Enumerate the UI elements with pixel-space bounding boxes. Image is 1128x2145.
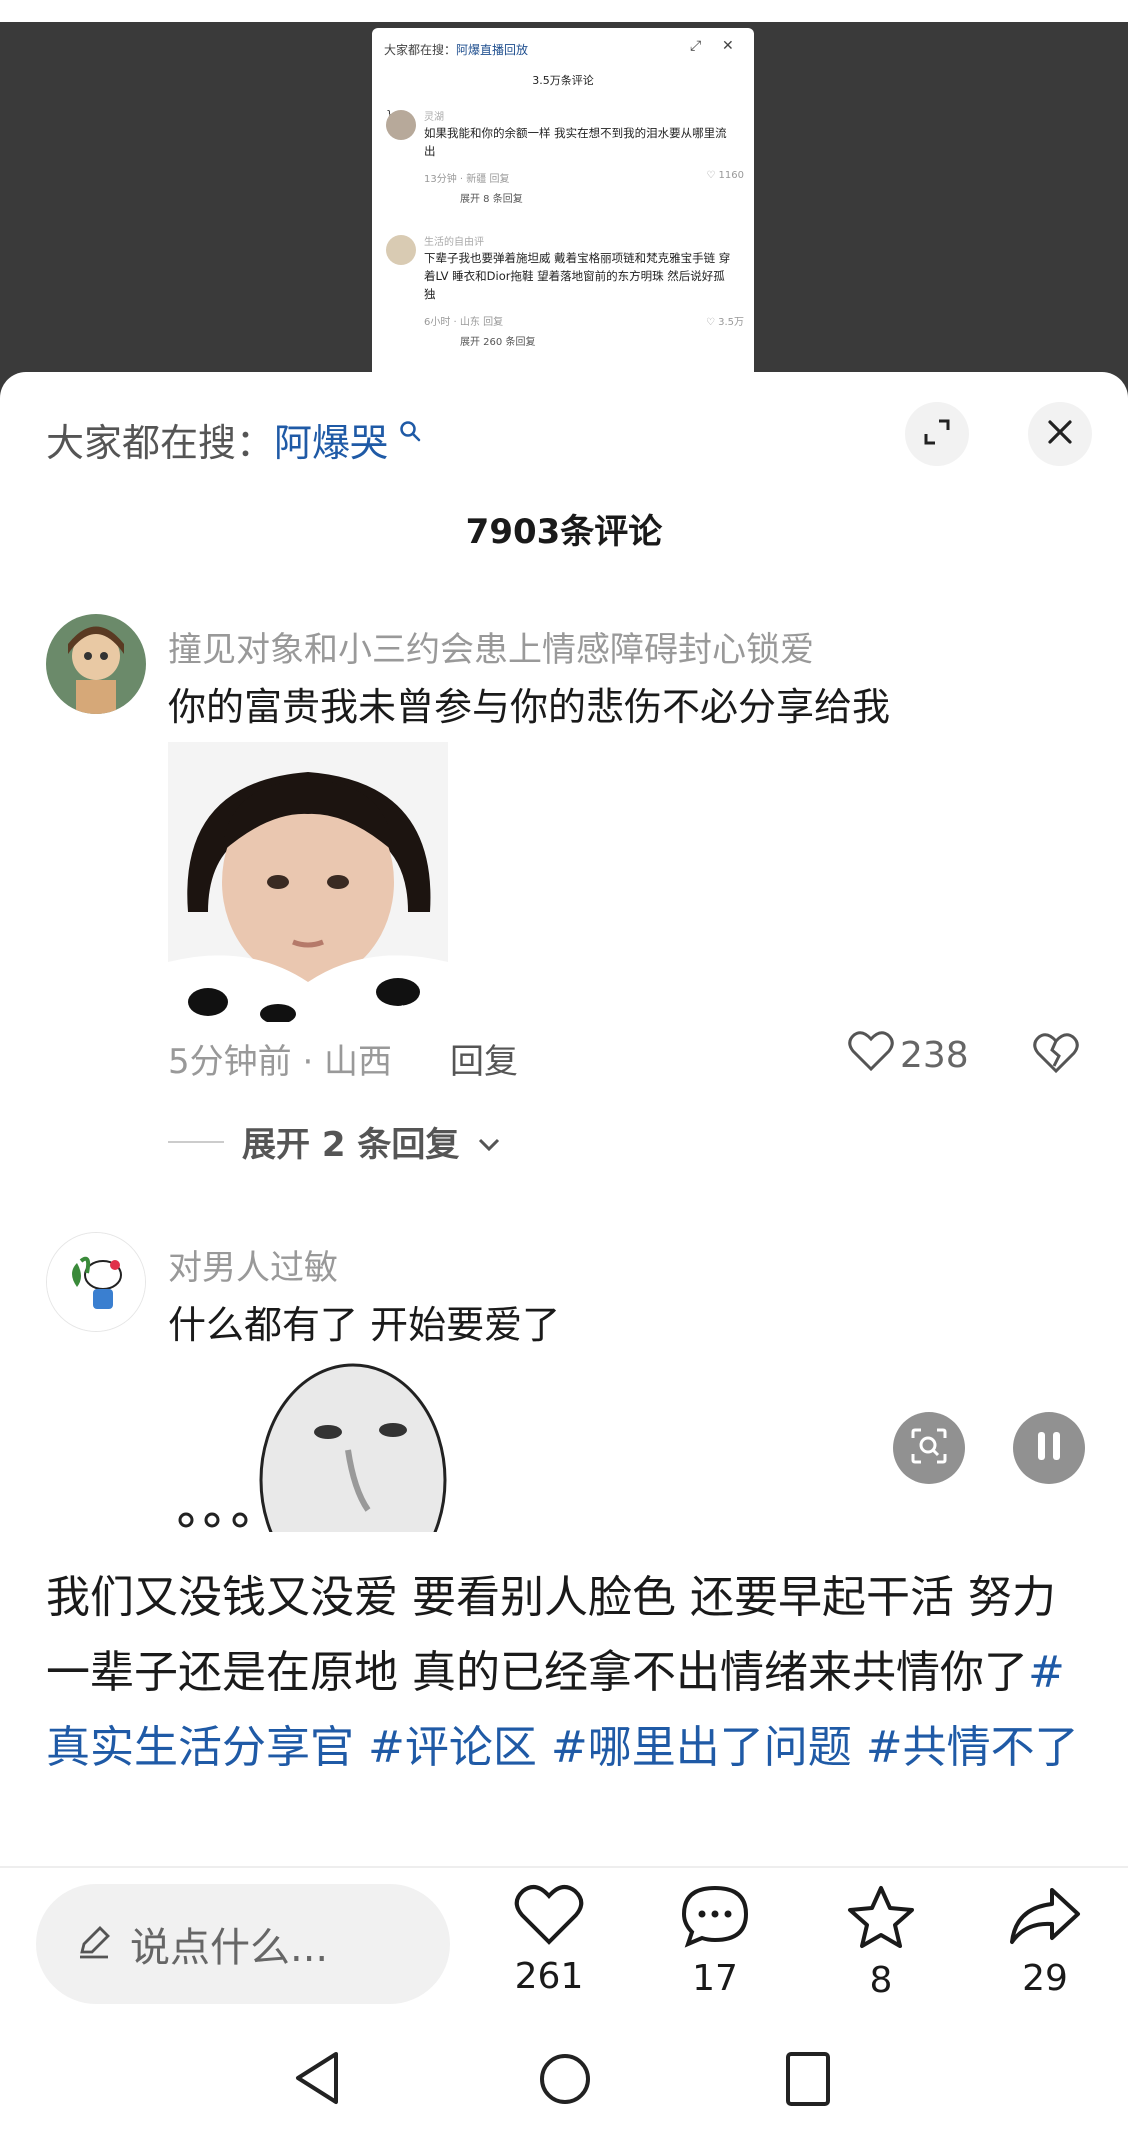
like-post-count: 261 xyxy=(514,1956,584,1997)
post-caption: 我们又没钱又没爱 要看别人脸色 还要早起干活 努力一辈子还是在原地 真的已经拿不… xyxy=(46,1560,1096,1785)
hashtag[interactable]: #哪里出了问题 xyxy=(551,1722,852,1773)
pencil-icon xyxy=(76,1924,112,1964)
mini-likes-count: 1160 xyxy=(718,170,744,181)
like-button[interactable]: 238 xyxy=(848,1030,969,1081)
back-icon[interactable] xyxy=(292,2050,342,2110)
top-strip xyxy=(0,0,1128,22)
close-button[interactable] xyxy=(1028,402,1092,466)
search-icon xyxy=(392,421,421,448)
mini-username: 生活的自由评 xyxy=(424,237,484,248)
share-button[interactable]: 29 xyxy=(990,1884,1100,1999)
star-icon xyxy=(846,1886,916,1954)
mini-likes: ♡ 3.5万 xyxy=(705,317,744,328)
comment-input-placeholder: 说点什么... xyxy=(130,1925,329,1971)
caption-text: 我们又没钱又没爱 要看别人脸色 还要早起干活 努力一辈子还是在原地 真的已经拿不… xyxy=(46,1572,1056,1698)
heart-icon xyxy=(848,1030,894,1081)
comment-username[interactable]: 对男人过敏 xyxy=(168,1240,338,1289)
share-icon xyxy=(1008,1888,1082,1952)
mini-comment-1: 灵湖 如果我能和你的余额一样 我实在想不到我的泪水要从哪里流出 13分钟 · 新… xyxy=(386,108,746,238)
avatar[interactable] xyxy=(46,614,146,714)
comment-post-button[interactable]: 17 xyxy=(660,1884,770,1999)
search-suggestion[interactable]: 大家都在搜：阿爆哭 xyxy=(46,412,421,467)
expand-line xyxy=(168,1140,224,1143)
comment-post-count: 17 xyxy=(692,1958,738,1999)
pause-button[interactable] xyxy=(1013,1412,1085,1484)
mini-expand-icon: ⤢ xyxy=(690,38,702,54)
favorite-button[interactable]: 8 xyxy=(826,1884,936,2001)
mini-meta-text: 6小时 · 山东 回复 xyxy=(424,317,504,328)
hashtag[interactable]: #评论区 xyxy=(368,1722,537,1773)
mini-likes-count: 3.5万 xyxy=(718,317,744,328)
comment-image[interactable]: 抖音AI生成 xyxy=(168,742,448,1022)
image-watermark: 抖音AI生成 xyxy=(400,1004,448,1017)
comment-text: 你的富贵我未曾参与你的悲伤不必分享给我 xyxy=(168,685,891,729)
search-keyword[interactable]: 阿爆哭 xyxy=(274,421,388,465)
expand-replies-label: 展开 2 条回复 xyxy=(242,1125,460,1165)
fullscreen-button[interactable] xyxy=(905,402,969,466)
reply-button[interactable]: 回复 xyxy=(450,1034,518,1083)
favorite-count: 8 xyxy=(869,1960,893,2001)
recents-icon[interactable] xyxy=(784,2050,832,2112)
comment-item: 对男人过敏 什么都有了 开始要爱了 xyxy=(0,1232,1128,1532)
embedded-comment-screenshot: 大家都在搜：阿爆直播回放 ⤢ ✕ 3.5万条评论 灵湖 如果我能和你的余额一样 … xyxy=(372,28,754,378)
mini-comment-text: 下辈子我也要弹着施坦威 戴着宝格丽项链和梵克雅宝手链 穿着LV 睡衣和Dior拖… xyxy=(424,251,731,301)
comment-username[interactable]: 撞见对象和小三约会患上情感障碍封心锁爱 xyxy=(168,622,814,671)
mini-meta: 13分钟 · 新疆 回复 ♡ 1160 xyxy=(424,170,744,185)
mini-close-icon: ✕ xyxy=(722,38,734,54)
hashtag[interactable]: #共情不了 xyxy=(866,1722,1079,1773)
chevron-down-icon xyxy=(477,1122,501,1162)
pause-icon xyxy=(1034,1430,1064,1466)
share-count: 29 xyxy=(1022,1958,1068,1999)
comment-input[interactable]: 说点什么... xyxy=(36,1884,450,2004)
comment-image[interactable] xyxy=(168,1360,448,1532)
comment-item: 撞见对象和小三约会患上情感障碍封心锁爱 你的富贵我未曾参与你的悲伤不必分享给我 … xyxy=(0,614,1128,1082)
dislike-button[interactable] xyxy=(1033,1032,1079,1078)
mini-comment-2: 生活的自由评 下辈子我也要弹着施坦威 戴着宝格丽项链和梵克雅宝手链 穿着LV 睡… xyxy=(386,233,746,378)
mini-expand-replies: 展开 260 条回复 xyxy=(460,337,536,348)
heart-broken-icon xyxy=(1033,1033,1079,1078)
lens-icon xyxy=(909,1426,949,1470)
mini-avatar xyxy=(386,110,416,140)
search-prefix: 大家都在搜： xyxy=(46,421,275,465)
comment-count: 7903条评论 xyxy=(465,512,663,552)
mini-avatar xyxy=(386,235,416,265)
comment-icon xyxy=(680,1885,750,1952)
comment-meta: 5分钟前 · 山西 xyxy=(168,1042,393,1082)
comment-text: 什么都有了 开始要爱了 xyxy=(168,1303,561,1347)
close-icon xyxy=(1045,417,1075,451)
expand-icon xyxy=(922,417,952,451)
mini-username: 灵湖 xyxy=(424,112,444,123)
mini-likes: ♡ 1160 xyxy=(706,170,744,181)
mini-meta-text: 13分钟 · 新疆 回复 xyxy=(424,174,510,185)
mini-search-line: 大家都在搜：阿爆直播回放 xyxy=(384,41,528,58)
like-count: 238 xyxy=(900,1035,969,1076)
like-post-button[interactable]: 261 xyxy=(494,1884,604,1997)
mini-search-prefix: 大家都在搜： xyxy=(384,43,457,57)
heart-icon xyxy=(514,1885,584,1950)
home-icon[interactable] xyxy=(538,2052,592,2110)
mini-comment-count: 3.5万条评论 xyxy=(532,74,594,87)
mini-expand-replies: 展开 8 条回复 xyxy=(460,194,523,205)
mini-comment-text: 如果我能和你的余额一样 我实在想不到我的泪水要从哪里流出 xyxy=(424,126,727,158)
mini-meta: 6小时 · 山东 回复 ♡ 3.5万 xyxy=(424,313,744,328)
expand-replies[interactable]: 展开 2 条回复 xyxy=(168,1117,501,1166)
lens-button[interactable] xyxy=(893,1412,965,1484)
system-nav-bar xyxy=(0,2040,1128,2145)
avatar[interactable] xyxy=(46,1232,146,1332)
mini-search-keyword: 阿爆直播回放 xyxy=(456,43,529,57)
divider xyxy=(0,1866,1128,1868)
